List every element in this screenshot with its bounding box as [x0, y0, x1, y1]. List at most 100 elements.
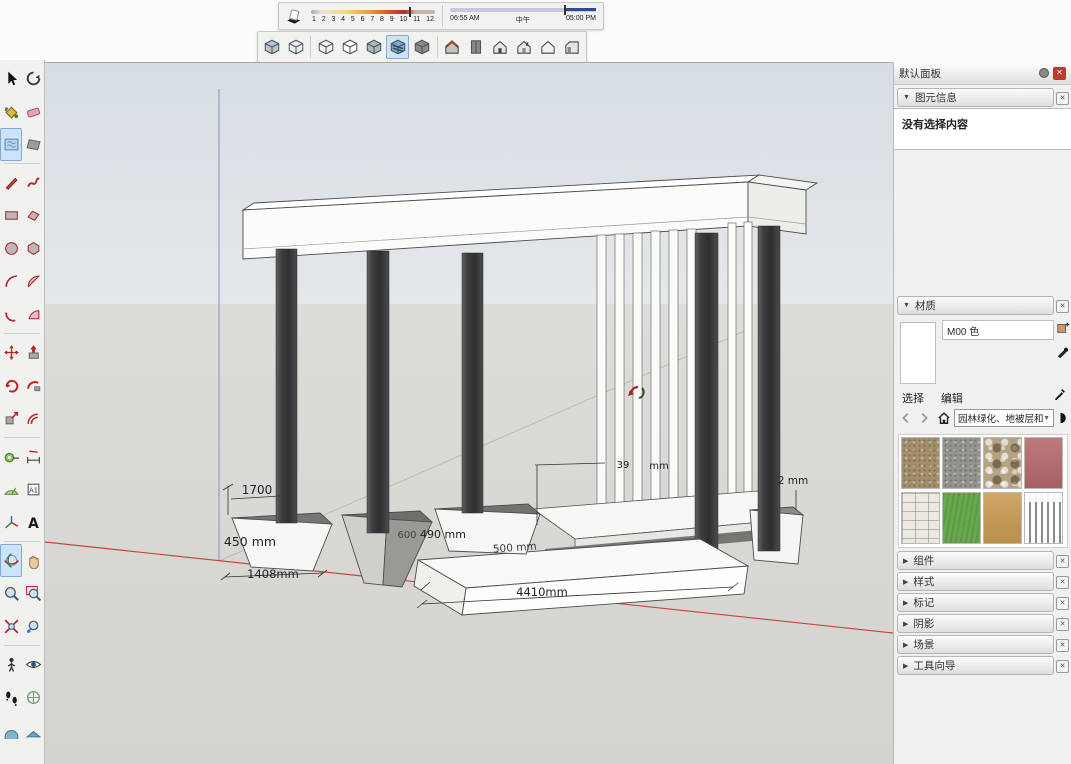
section-6[interactable]: ▶工具向导 — [897, 656, 1054, 675]
entity-info-close-icon[interactable]: ✕ — [1056, 92, 1069, 105]
shadow-toggle-icon[interactable] — [282, 4, 306, 28]
circle-tool[interactable] — [0, 232, 22, 265]
iso-view-button[interactable] — [440, 35, 463, 59]
three-point-arc-tool[interactable] — [0, 298, 22, 331]
section-close-icon[interactable]: ✕ — [1056, 660, 1069, 673]
line-tool[interactable] — [0, 166, 22, 199]
axes-tool[interactable] — [0, 506, 22, 539]
front-view-button[interactable] — [489, 35, 512, 59]
material-swatch-pavers[interactable] — [901, 492, 940, 544]
create-material-icon[interactable] — [1055, 320, 1071, 336]
dropper-icon[interactable] — [1052, 386, 1068, 402]
polygon-tool[interactable] — [22, 232, 44, 265]
follow-me-tool[interactable] — [22, 369, 44, 402]
material-swatch-white-fence[interactable] — [1024, 492, 1063, 544]
pan-tool[interactable] — [22, 544, 44, 577]
section-entity-info[interactable]: ▼ 图元信息 — [897, 88, 1054, 107]
monochrome-button[interactable] — [410, 35, 433, 59]
select-tool[interactable] — [0, 62, 22, 95]
texture-tool[interactable] — [0, 128, 22, 161]
tray-title-bar[interactable]: 默认面板 ✕ — [894, 62, 1071, 85]
details-flyout-icon[interactable] — [1056, 410, 1071, 426]
material-swatch-gravel-gray[interactable] — [942, 437, 981, 489]
section-close-icon[interactable]: ✕ — [1056, 576, 1069, 589]
rectangle-tool[interactable] — [0, 199, 22, 232]
material-swatch-grass-green[interactable] — [942, 492, 981, 544]
scale-tool[interactable] — [0, 402, 22, 435]
freehand-tool[interactable] — [22, 166, 44, 199]
paint-tool[interactable] — [0, 95, 22, 128]
rotated-rectangle-tool[interactable] — [22, 199, 44, 232]
zoom-tool[interactable] — [0, 577, 22, 610]
look-around-tool[interactable] — [22, 648, 44, 681]
section-5[interactable]: ▶场景 — [897, 635, 1054, 654]
xray-shaded-button[interactable] — [260, 35, 283, 59]
sample-paint-icon[interactable] — [1055, 344, 1071, 360]
hidden-line-button[interactable] — [338, 35, 361, 59]
position-camera-tool[interactable] — [0, 648, 22, 681]
tray-close-button[interactable]: ✕ — [1053, 67, 1066, 80]
section-close-icon[interactable]: ✕ — [1056, 639, 1069, 652]
section-materials[interactable]: ▼ 材质 — [897, 296, 1054, 315]
tool-partial-b-tool[interactable] — [22, 714, 44, 747]
dimension-tool[interactable] — [22, 440, 44, 473]
top-view-button[interactable] — [465, 35, 488, 59]
section-close-icon[interactable]: ✕ — [1056, 555, 1069, 568]
column-1[interactable] — [276, 249, 297, 523]
move-tool[interactable] — [0, 336, 22, 369]
arc-tool[interactable] — [0, 265, 22, 298]
material-category-dropdown[interactable]: 园林绿化、地被层和植被 ▼ — [954, 409, 1054, 427]
section-3[interactable]: ▶标记 — [897, 593, 1054, 612]
text-tool[interactable]: A1 — [22, 473, 44, 506]
shaded-button[interactable] — [362, 35, 385, 59]
xray-button[interactable] — [284, 35, 307, 59]
home-icon[interactable] — [936, 410, 952, 426]
back-view-button[interactable] — [513, 35, 536, 59]
eraser-tool[interactable] — [22, 95, 44, 128]
right-view-button[interactable] — [561, 35, 584, 59]
time-slider-handle[interactable] — [564, 5, 566, 15]
shaded-textures-button[interactable] — [386, 35, 409, 59]
tab-select[interactable]: 选择 — [902, 393, 924, 405]
column-4[interactable] — [695, 233, 718, 578]
rotate-tool[interactable] — [0, 369, 22, 402]
wireframe-button[interactable] — [314, 35, 337, 59]
tool-partial-a-tool[interactable] — [0, 714, 22, 747]
shadow-date-slider[interactable]: 123456789101112 — [311, 10, 435, 23]
section-4[interactable]: ▶阴影 — [897, 614, 1054, 633]
make-component-tool[interactable] — [22, 62, 44, 95]
section-2[interactable]: ▶样式 — [897, 572, 1054, 591]
pie-tool[interactable] — [22, 298, 44, 331]
forward-arrow-icon[interactable] — [916, 410, 932, 426]
section-1[interactable]: ▶组件 — [897, 551, 1054, 570]
material-swatch-gravel-brown[interactable] — [901, 437, 940, 489]
materials-close-icon[interactable]: ✕ — [1056, 300, 1069, 313]
column-2[interactable] — [367, 251, 389, 533]
zoom-window-tool[interactable] — [22, 577, 44, 610]
protractor-tool[interactable] — [0, 473, 22, 506]
zoom-extents-tool[interactable] — [0, 610, 22, 643]
material-swatch-ochre[interactable] — [983, 492, 1022, 544]
material-swatch-red-stone[interactable] — [1024, 437, 1063, 489]
section-plane-tool[interactable] — [22, 681, 44, 714]
tab-edit[interactable]: 编辑 — [941, 393, 963, 405]
material-swatch-river-rock[interactable] — [983, 437, 1022, 489]
material-preview[interactable] — [900, 322, 936, 384]
zoom-previous-tool[interactable] — [22, 610, 44, 643]
orbit-tool[interactable] — [0, 544, 22, 577]
offset-tool[interactable] — [22, 402, 44, 435]
balusters[interactable] — [597, 222, 752, 517]
tape-measure-tool[interactable] — [0, 440, 22, 473]
pin-icon[interactable] — [1039, 68, 1049, 78]
two-point-arc-tool[interactable] — [22, 265, 44, 298]
section-close-icon[interactable]: ✕ — [1056, 618, 1069, 631]
back-arrow-icon[interactable] — [898, 410, 914, 426]
section-close-icon[interactable]: ✕ — [1056, 597, 1069, 610]
model-canvas[interactable]: 1700 450 mm 1408mm 600 490 mm 500 mm 441… — [45, 62, 893, 764]
date-slider-handle[interactable] — [409, 7, 411, 17]
3d-text-tool[interactable]: A — [22, 506, 44, 539]
walk-tool[interactable] — [0, 681, 22, 714]
push-pull-tool[interactable] — [22, 336, 44, 369]
left-view-button[interactable] — [537, 35, 560, 59]
material-name-field[interactable]: M00 色 — [942, 320, 1054, 340]
